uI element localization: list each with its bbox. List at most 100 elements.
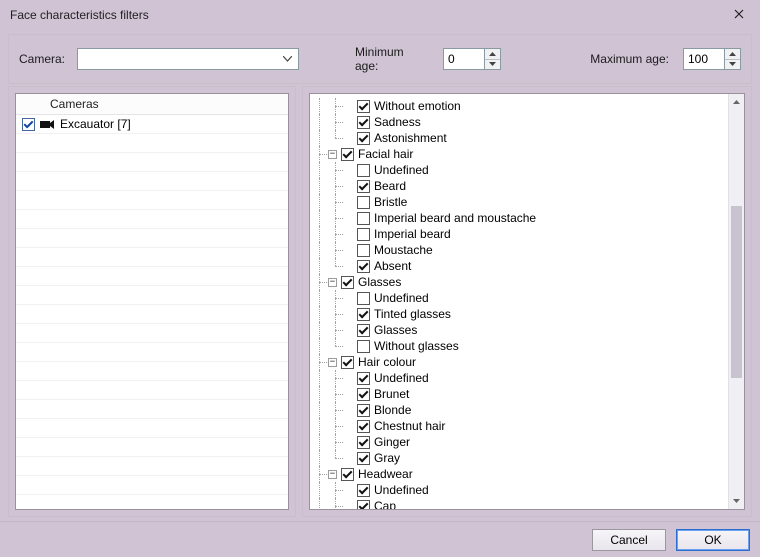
tree-node[interactable]: Cap — [312, 498, 728, 509]
camera-checkbox[interactable] — [22, 118, 35, 131]
tree-node[interactable]: Gray — [312, 450, 728, 466]
tree-node[interactable]: Beard — [312, 178, 728, 194]
scroll-up-icon[interactable] — [729, 94, 744, 110]
ok-button[interactable]: OK — [676, 529, 750, 551]
tree-checkbox[interactable] — [357, 324, 370, 337]
tree-checkbox[interactable] — [357, 388, 370, 401]
min-age-spin-buttons[interactable] — [485, 48, 501, 70]
tree-checkbox[interactable] — [357, 484, 370, 497]
tree-node[interactable]: Bristle — [312, 194, 728, 210]
tree-node[interactable]: −Glasses — [312, 274, 728, 290]
tree-guide — [312, 274, 328, 290]
tree-checkbox[interactable] — [357, 196, 370, 209]
tree-checkbox[interactable] — [357, 372, 370, 385]
max-age-input[interactable] — [684, 49, 724, 69]
list-row-empty — [16, 324, 288, 343]
tree-checkbox[interactable] — [357, 132, 370, 145]
tree-checkbox[interactable] — [357, 164, 370, 177]
tree-node[interactable]: Imperial beard — [312, 226, 728, 242]
window: Face characteristics filters Camera: Min… — [0, 0, 760, 557]
camera-row[interactable]: Excauator [7] — [16, 115, 288, 134]
list-row-empty — [16, 229, 288, 248]
tree-label: Undefined — [374, 483, 429, 497]
tree-spacer — [344, 102, 353, 111]
tree-node[interactable]: Astonishment — [312, 130, 728, 146]
tree-guide — [312, 498, 328, 509]
spin-down-icon[interactable] — [725, 59, 740, 70]
min-age-label: Minimum age: — [355, 45, 429, 73]
tree-checkbox[interactable] — [357, 180, 370, 193]
scroll-track[interactable] — [729, 110, 744, 493]
filters-tree[interactable]: Without emotionSadnessAstonishment−Facia… — [310, 94, 728, 509]
tree-spacer — [344, 230, 353, 239]
tree-checkbox[interactable] — [357, 436, 370, 449]
tree-spacer — [344, 134, 353, 143]
tree-node[interactable]: Glasses — [312, 322, 728, 338]
tree-checkbox[interactable] — [341, 148, 354, 161]
tree-checkbox[interactable] — [357, 308, 370, 321]
tree-node[interactable]: −Headwear — [312, 466, 728, 482]
tree-node[interactable]: Without emotion — [312, 98, 728, 114]
spin-up-icon[interactable] — [485, 49, 500, 59]
list-row-empty — [16, 153, 288, 172]
tree-guide — [312, 482, 328, 498]
scrollbar[interactable] — [728, 94, 744, 509]
spin-down-icon[interactable] — [485, 59, 500, 70]
tree-node[interactable]: Moustache — [312, 242, 728, 258]
camera-group: Camera: — [19, 48, 299, 70]
scroll-thumb[interactable] — [731, 206, 742, 378]
tree-node[interactable]: Brunet — [312, 386, 728, 402]
tree-node[interactable]: Sadness — [312, 114, 728, 130]
close-button[interactable] — [718, 0, 760, 30]
max-age-spinner[interactable] — [683, 48, 741, 70]
tree-node[interactable]: Blonde — [312, 402, 728, 418]
tree-checkbox[interactable] — [357, 260, 370, 273]
spin-up-icon[interactable] — [725, 49, 740, 59]
tree-checkbox[interactable] — [357, 340, 370, 353]
min-age-input[interactable] — [444, 49, 484, 69]
tree-node[interactable]: Without glasses — [312, 338, 728, 354]
tree-checkbox[interactable] — [341, 276, 354, 289]
cancel-button[interactable]: Cancel — [592, 529, 666, 551]
tree-node[interactable]: Absent — [312, 258, 728, 274]
tree-checkbox[interactable] — [357, 292, 370, 305]
tree-checkbox[interactable] — [357, 228, 370, 241]
cameras-list[interactable]: Cameras Excauator [7] — [15, 93, 289, 510]
tree-guide — [312, 146, 328, 162]
collapse-icon[interactable]: − — [328, 358, 337, 367]
tree-node[interactable]: −Facial hair — [312, 146, 728, 162]
collapse-icon[interactable]: − — [328, 278, 337, 287]
min-age-spinner[interactable] — [443, 48, 501, 70]
tree-node[interactable]: Tinted glasses — [312, 306, 728, 322]
tree-checkbox[interactable] — [357, 244, 370, 257]
tree-guide — [312, 402, 328, 418]
tree-checkbox[interactable] — [357, 116, 370, 129]
tree-node[interactable]: Undefined — [312, 290, 728, 306]
tree-node[interactable]: −Hair colour — [312, 354, 728, 370]
tree-checkbox[interactable] — [357, 404, 370, 417]
max-age-spin-buttons[interactable] — [725, 48, 741, 70]
tree-node[interactable]: Ginger — [312, 434, 728, 450]
collapse-icon[interactable]: − — [328, 150, 337, 159]
scroll-down-icon[interactable] — [729, 493, 744, 509]
tree-node[interactable]: Undefined — [312, 482, 728, 498]
tree-node[interactable]: Imperial beard and moustache — [312, 210, 728, 226]
tree-checkbox[interactable] — [357, 500, 370, 510]
list-row-empty — [16, 495, 288, 510]
tree-checkbox[interactable] — [357, 452, 370, 465]
cameras-header[interactable]: Cameras — [16, 94, 288, 115]
tree-guide — [312, 450, 328, 466]
collapse-icon[interactable]: − — [328, 470, 337, 479]
tree-checkbox[interactable] — [357, 212, 370, 225]
tree-checkbox[interactable] — [341, 356, 354, 369]
tree-checkbox[interactable] — [357, 100, 370, 113]
tree-node[interactable]: Undefined — [312, 370, 728, 386]
tree-guide — [328, 226, 344, 242]
tree-checkbox[interactable] — [341, 468, 354, 481]
camera-dropdown[interactable] — [77, 48, 299, 70]
tree-node[interactable]: Chestnut hair — [312, 418, 728, 434]
tree-checkbox[interactable] — [357, 420, 370, 433]
filters-panel: Without emotionSadnessAstonishment−Facia… — [302, 86, 752, 517]
tree-node[interactable]: Undefined — [312, 162, 728, 178]
tree-label: Glasses — [374, 323, 417, 337]
